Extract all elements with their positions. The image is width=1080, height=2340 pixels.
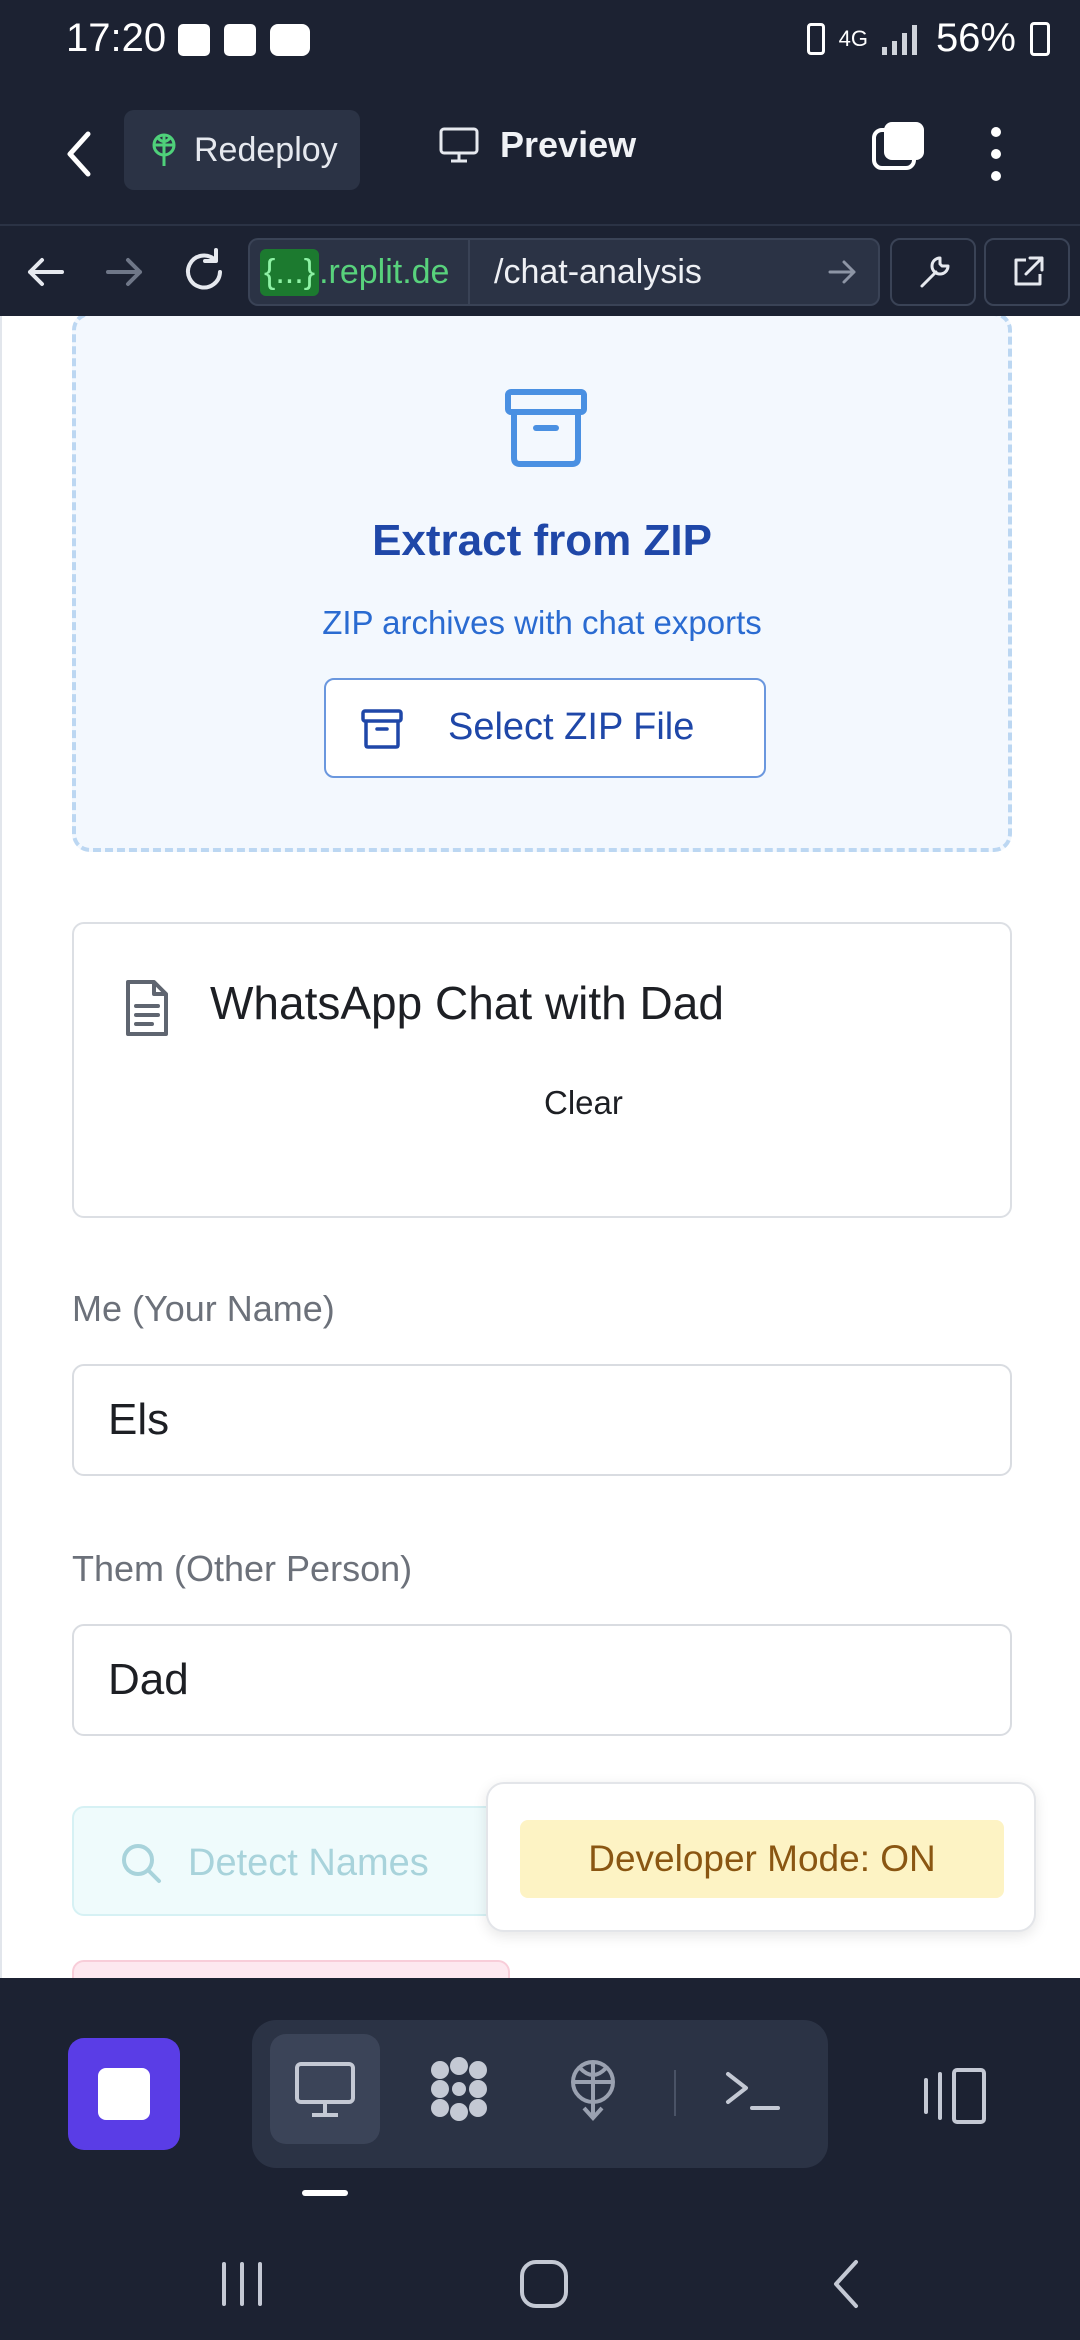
redeploy-label: Redeploy	[194, 130, 338, 169]
status-time: 17:20	[66, 16, 167, 60]
console-tool-button[interactable]	[698, 2034, 808, 2144]
status-bar: 17:20 4G 56%	[0, 0, 1080, 84]
tool-group	[252, 2020, 828, 2168]
url-path: /chat-analysis	[494, 252, 702, 291]
web-content: Extract from ZIP ZIP archives with chat …	[0, 316, 1080, 1978]
battery-saver-icon	[806, 22, 825, 55]
browser-back-icon[interactable]	[18, 244, 74, 300]
archive-icon	[505, 389, 587, 467]
action-button-partial[interactable]	[72, 1960, 510, 1978]
battery-icon	[1030, 21, 1050, 56]
status-right: 4G 56%	[806, 16, 1050, 61]
them-name-label: Them (Other Person)	[72, 1548, 413, 1589]
panels-toggle-icon[interactable]	[920, 2066, 990, 2126]
url-host-domain: .replit.de	[319, 252, 450, 291]
tabs-icon[interactable]	[870, 120, 926, 172]
zip-title: Extract from ZIP	[372, 516, 712, 565]
stop-icon	[98, 2068, 150, 2120]
android-navigation-bar	[0, 2230, 1080, 2340]
home-icon[interactable]	[514, 2254, 574, 2314]
monitor-icon	[439, 127, 479, 163]
select-zip-button[interactable]: Select ZIP File	[324, 678, 766, 778]
them-name-input[interactable]: Dad	[72, 1624, 1012, 1736]
tool-divider	[674, 2070, 676, 2116]
me-name-input[interactable]: Els	[72, 1364, 1012, 1476]
redeploy-button[interactable]: Redeploy	[124, 110, 360, 190]
deploy-icon	[571, 2060, 615, 2121]
deploy-icon	[152, 133, 176, 166]
search-icon	[122, 1844, 161, 1883]
clear-button[interactable]: Clear	[544, 1084, 623, 1122]
preview-tab[interactable]: Preview	[438, 124, 636, 166]
calendar-icon	[224, 24, 256, 56]
stop-button[interactable]	[68, 2038, 180, 2150]
workspace-toolbar	[0, 1978, 1080, 2230]
zip-subtitle: ZIP archives with chat exports	[322, 604, 762, 641]
youtube-icon	[270, 24, 310, 56]
url-divider	[468, 240, 470, 304]
archive-icon	[361, 709, 403, 749]
detect-names-button[interactable]: Detect Names	[72, 1806, 512, 1916]
open-new-tab-button[interactable]	[984, 238, 1070, 306]
devtools-button[interactable]	[890, 238, 976, 306]
terminal-icon	[726, 2072, 780, 2110]
zip-dropzone[interactable]: Extract from ZIP ZIP archives with chat …	[72, 316, 1012, 852]
signal-icon	[881, 23, 922, 55]
image-icon	[178, 24, 210, 56]
file-name: WhatsApp Chat with Dad	[210, 977, 724, 1029]
packages-tool-button[interactable]	[404, 2034, 514, 2144]
document-icon	[126, 980, 168, 1036]
molecule-icon	[431, 2057, 487, 2121]
preview-label: Preview	[500, 124, 637, 165]
developer-mode-badge[interactable]: Developer Mode: ON	[520, 1820, 1004, 1898]
url-host-brace: {...}	[260, 248, 320, 296]
system-back-icon[interactable]	[818, 2254, 878, 2314]
me-name-label: Me (Your Name)	[72, 1288, 335, 1329]
wrench-icon	[920, 256, 950, 288]
back-arrow-icon[interactable]	[60, 126, 100, 182]
developer-mode-popup: Developer Mode: ON	[486, 1782, 1036, 1932]
monitor-icon	[295, 2062, 355, 2117]
battery-percent: 56%	[935, 16, 1016, 60]
url-field[interactable]: {...} .replit.de /chat-analysis	[248, 238, 880, 306]
browser-forward-icon[interactable]	[96, 244, 152, 300]
reload-icon[interactable]	[176, 244, 232, 300]
select-zip-label: Select ZIP File	[448, 706, 695, 748]
selected-file-card: WhatsApp Chat with Dad Clear	[72, 922, 1012, 1218]
detect-names-label: Detect Names	[188, 1842, 429, 1884]
url-host: {...} .replit.de	[250, 240, 470, 304]
preview-tool-button[interactable]	[270, 2034, 380, 2144]
more-menu-icon[interactable]	[984, 124, 1008, 184]
active-tab-indicator	[302, 2190, 348, 2196]
notification-icons	[178, 24, 310, 56]
go-arrow-icon[interactable]	[826, 256, 858, 288]
external-link-icon	[1014, 256, 1044, 286]
deployments-tool-button[interactable]	[538, 2034, 648, 2144]
network-type: 4G	[838, 25, 868, 51]
app-header: Redeploy Preview	[0, 84, 1080, 224]
recent-apps-icon[interactable]	[212, 2254, 272, 2314]
browser-url-bar: {...} .replit.de /chat-analysis	[0, 224, 1080, 316]
